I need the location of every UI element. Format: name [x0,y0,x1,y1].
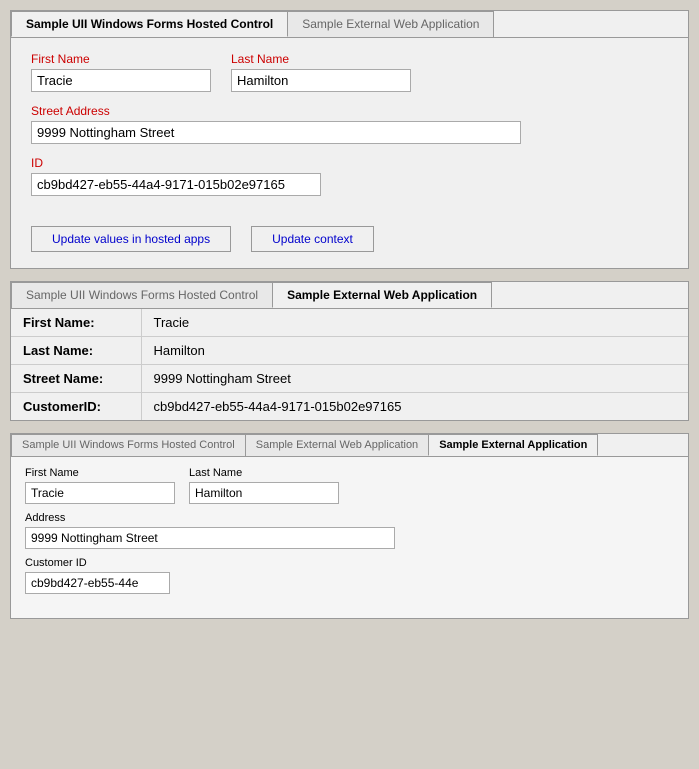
update-apps-button[interactable]: Update values in hosted apps [31,226,231,252]
table-row: First Name: Tracie [11,309,688,337]
street-group: Street Address [31,104,521,144]
p3-first-name-group: First Name [25,467,175,504]
p3-first-name-label: First Name [25,467,175,479]
p3-name-row: First Name Last Name [25,467,674,504]
table-row: CustomerID: cb9bd427-eb55-44a4-9171-015b… [11,393,688,421]
street-row: Street Address [31,104,668,144]
p3-address-row: Address [25,512,674,549]
table-row: Last Name: Hamilton [11,337,688,365]
row-value-customerid: cb9bd427-eb55-44a4-9171-015b02e97165 [141,393,688,421]
tab-3-external-app[interactable]: Sample External Application [428,434,598,456]
update-context-button[interactable]: Update context [251,226,374,252]
p3-customer-id-label: Customer ID [25,557,170,569]
panel-3-tabs: Sample UII Windows Forms Hosted Control … [11,434,688,457]
panel-2-content: First Name: Tracie Last Name: Hamilton S… [11,309,688,420]
p3-first-name-input[interactable] [25,482,175,504]
row-value-lastname: Hamilton [141,337,688,365]
p3-customer-id-group: Customer ID [25,557,170,594]
tab-2-uii-forms[interactable]: Sample UII Windows Forms Hosted Control [11,282,273,308]
tab-1-uii-forms[interactable]: Sample UII Windows Forms Hosted Control [11,11,288,37]
last-name-label: Last Name [231,52,411,66]
id-row: ID [31,156,668,196]
row-label-lastname: Last Name: [11,337,141,365]
table-row: Street Name: 9999 Nottingham Street [11,365,688,393]
row-label-firstname: First Name: [11,309,141,337]
last-name-input[interactable] [231,69,411,92]
p3-address-group: Address [25,512,395,549]
p3-last-name-input[interactable] [189,482,339,504]
p3-address-label: Address [25,512,395,524]
p3-last-name-group: Last Name [189,467,339,504]
panel-1: Sample UII Windows Forms Hosted Control … [10,10,689,269]
panel-2: Sample UII Windows Forms Hosted Control … [10,281,689,421]
p3-last-name-label: Last Name [189,467,339,479]
tab-1-external-web[interactable]: Sample External Web Application [287,11,494,37]
name-row: First Name Last Name [31,52,668,92]
tab-2-external-web[interactable]: Sample External Web Application [272,282,492,308]
panel-1-tabs: Sample UII Windows Forms Hosted Control … [11,11,688,38]
button-row: Update values in hosted apps Update cont… [31,216,668,252]
row-label-customerid: CustomerID: [11,393,141,421]
panel-1-content: First Name Last Name Street Address ID U… [11,38,688,268]
row-value-firstname: Tracie [141,309,688,337]
tab-3-external-web[interactable]: Sample External Web Application [245,434,429,456]
data-table: First Name: Tracie Last Name: Hamilton S… [11,309,688,420]
panel-3-content: First Name Last Name Address Customer ID [11,457,688,618]
first-name-label: First Name [31,52,211,66]
first-name-group: First Name [31,52,211,92]
id-input[interactable] [31,173,321,196]
p3-customer-id-input[interactable] [25,572,170,594]
id-label: ID [31,156,321,170]
tab-3-uii-forms[interactable]: Sample UII Windows Forms Hosted Control [11,434,246,456]
street-input[interactable] [31,121,521,144]
street-label: Street Address [31,104,521,118]
id-group: ID [31,156,321,196]
row-label-street: Street Name: [11,365,141,393]
panel-3: Sample UII Windows Forms Hosted Control … [10,433,689,619]
row-value-street: 9999 Nottingham Street [141,365,688,393]
panel-2-tabs: Sample UII Windows Forms Hosted Control … [11,282,688,309]
last-name-group: Last Name [231,52,411,92]
p3-address-input[interactable] [25,527,395,549]
first-name-input[interactable] [31,69,211,92]
p3-customer-id-row: Customer ID [25,557,674,594]
